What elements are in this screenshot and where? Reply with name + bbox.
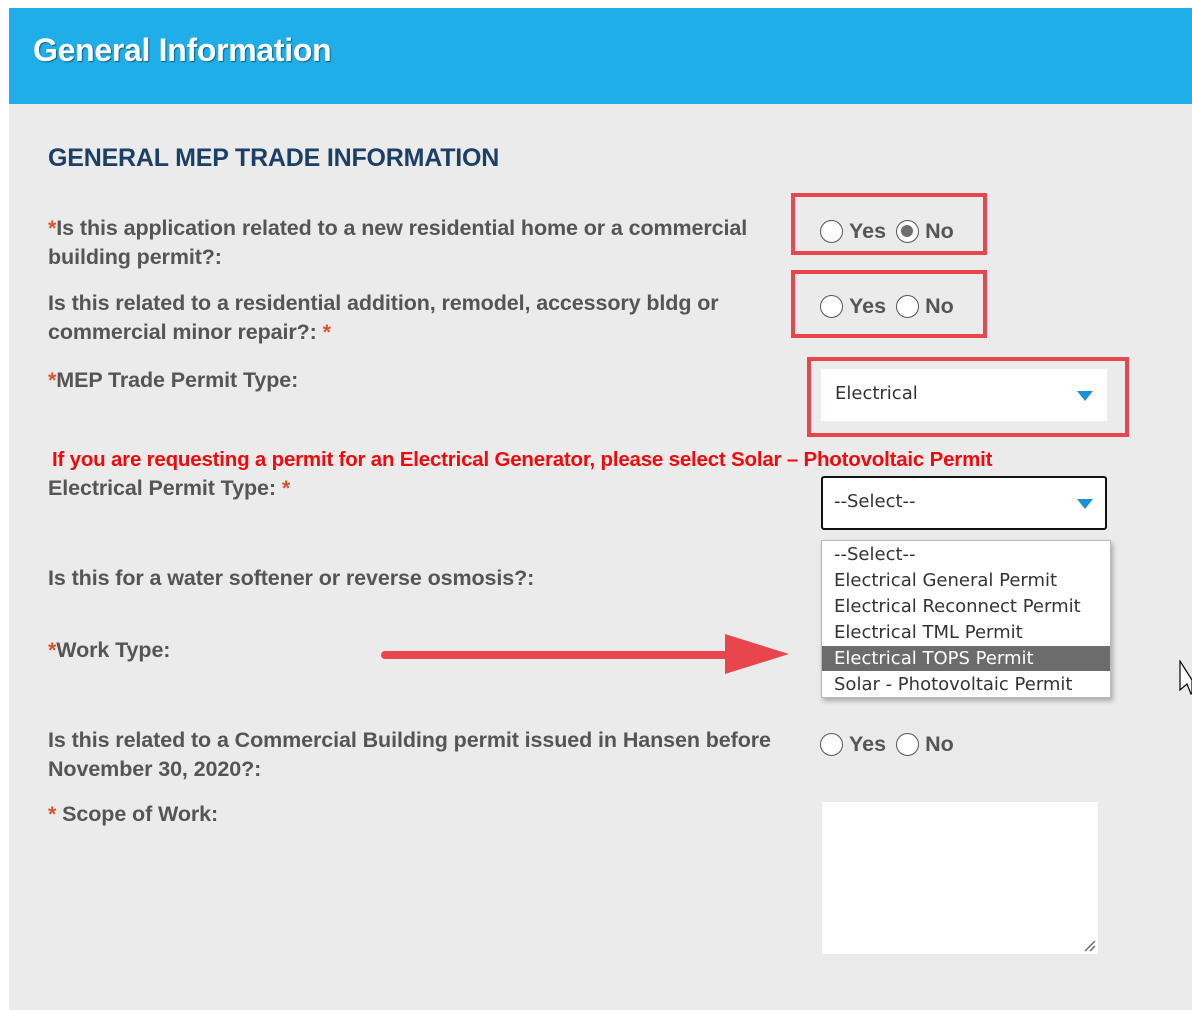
electrical-type-select[interactable]: --Select-- [821,476,1107,530]
generator-note: If you are requesting a permit for an El… [52,448,993,471]
water-softener-label: Is this for a water softener or reverse … [48,566,535,590]
chevron-down-icon [1077,391,1093,401]
required-marker: * [48,802,57,826]
work-type-text: Work Type: [56,638,171,662]
dropdown-option[interactable]: Electrical General Permit [822,568,1110,593]
general-information-panel: General Information GENERAL MEP TRADE IN… [9,8,1192,1010]
annotation-arrow-icon [381,634,789,674]
q2-yes-label[interactable]: Yes [849,294,886,319]
dropdown-option[interactable]: Electrical TML Permit [822,620,1110,645]
q1-label: *Is this application related to a new re… [48,214,808,272]
mep-type-select[interactable]: Electrical [821,369,1107,421]
q1-text: Is this application related to a new res… [48,216,748,269]
resize-grip-icon[interactable] [1082,938,1096,952]
q2-no-radio[interactable] [896,295,920,318]
section-title: GENERAL MEP TRADE INFORMATION [48,144,500,172]
electrical-type-label: Electrical Permit Type: * [48,474,808,503]
dropdown-option[interactable]: --Select-- [822,542,1110,567]
scope-of-work-textarea[interactable] [822,802,1098,954]
q1-yes-label[interactable]: Yes [849,219,886,244]
q2-yes-radio[interactable] [820,295,843,318]
hansen-yes-label[interactable]: Yes [849,732,886,757]
electrical-type-text: Electrical Permit Type: [48,476,276,500]
q2-no-label[interactable]: No [925,294,954,319]
q1-radio-group: Yes No [820,219,964,244]
q1-no-label[interactable]: No [925,219,954,244]
dropdown-option-highlighted[interactable]: Electrical TOPS Permit [822,646,1110,671]
mep-type-text: MEP Trade Permit Type: [56,368,299,392]
hansen-radio-group: Yes No [820,732,964,757]
mep-type-value: Electrical [835,383,918,404]
electrical-type-dropdown-list: --Select-- Electrical General Permit Ele… [821,540,1111,698]
panel-header: General Information [9,8,1192,104]
q2-radio-group: Yes No [820,294,964,319]
mep-type-label: *MEP Trade Permit Type: [48,366,808,395]
hansen-label: Is this related to a Commercial Building… [48,728,771,781]
scope-text: Scope of Work: [62,802,219,826]
q1-no-radio[interactable] [896,220,920,243]
hansen-no-label[interactable]: No [925,732,954,757]
dropdown-option[interactable]: Electrical Reconnect Permit [822,594,1110,619]
required-marker: * [322,320,331,344]
q2-label: Is this related to a residential additio… [48,289,808,347]
chevron-down-icon [1077,499,1093,509]
hansen-no-radio[interactable] [896,733,920,756]
panel-title: General Information [33,32,332,68]
required-marker: * [281,476,291,500]
q2-text: Is this related to a residential additio… [48,291,719,344]
q1-yes-radio[interactable] [820,220,843,243]
mouse-cursor-icon [1179,660,1192,696]
hansen-yes-radio[interactable] [820,733,843,756]
electrical-type-value: --Select-- [834,491,916,512]
dropdown-option[interactable]: Solar - Photovoltaic Permit [822,672,1110,697]
scope-label: * Scope of Work: [48,800,808,829]
